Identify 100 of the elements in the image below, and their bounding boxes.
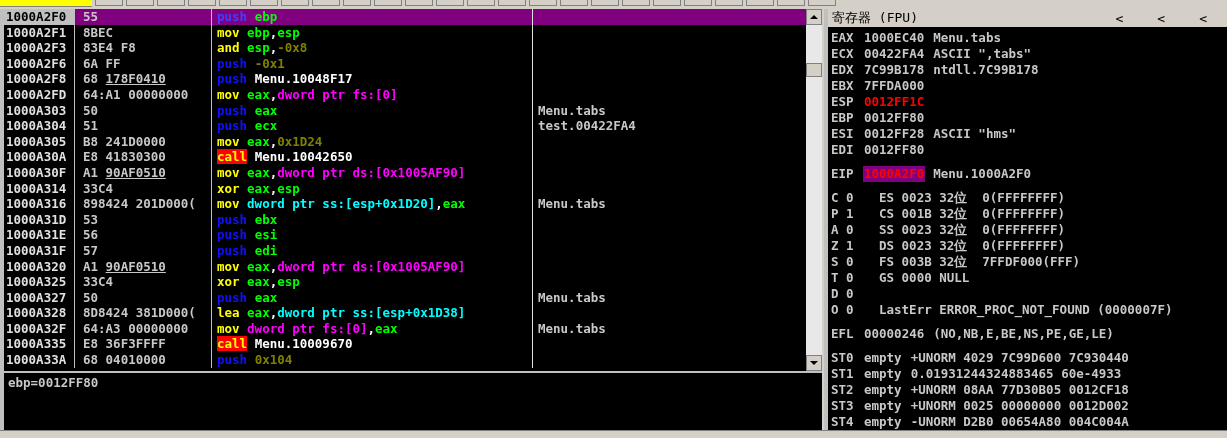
toolbar-button[interactable] <box>560 0 588 6</box>
flag-value[interactable]: S 0 <box>831 254 871 270</box>
segment-info: LastErr ERROR_PROC_NOT_FOUND (0000007F) <box>879 302 1173 318</box>
toolbar-button[interactable] <box>374 0 402 6</box>
nav-button[interactable]: < <box>1111 10 1128 26</box>
hex-cell: A1 90AF0510 <box>75 258 212 275</box>
disassembly-row[interactable]: 1000A325 33C4 xor eax,esp <box>4 274 806 290</box>
register-value[interactable]: 0012FF28 <box>863 126 926 142</box>
disassembly-row[interactable]: 1000A304 51 push ecx test.00422FA4 <box>4 118 806 134</box>
register-value[interactable]: 00000246 <box>863 326 926 342</box>
toolbar-button[interactable] <box>95 0 123 6</box>
instruction-cell: push Menu.10048F17 <box>212 71 533 87</box>
disassembly-row[interactable]: 1000A327 50 push eax Menu.tabs <box>4 289 806 306</box>
register-name: EIP <box>831 166 855 182</box>
register-value[interactable]: 0012FF80 <box>863 110 926 126</box>
toolbar-button[interactable] <box>405 0 433 6</box>
disassembly-row[interactable]: 1000A2F1 8BEC mov ebp,esp <box>4 24 806 41</box>
address-cell: 1000A31F <box>4 242 75 259</box>
register-name: EDX <box>831 62 855 78</box>
disassembly-row[interactable]: 1000A30F A1 90AF0510 mov eax,dword ptr ds:[0x1005AF90] <box>4 164 806 181</box>
toolbar-button[interactable] <box>436 0 464 6</box>
flag-value[interactable]: C 0 <box>831 190 871 206</box>
toolbar-button[interactable] <box>312 0 340 6</box>
disassembly-row[interactable]: 1000A335 E8 36F3FFFF call Menu.10009670 <box>4 336 806 353</box>
toolbar-button[interactable] <box>219 0 247 6</box>
disassembly-row[interactable]: 1000A2F8 68 178F0410 push Menu.10048F17 <box>4 71 806 87</box>
register-value[interactable]: 0012FF1C <box>863 94 926 110</box>
pane-title: 寄存器 (FPU) <box>832 9 918 27</box>
register-comment: Menu.tabs <box>933 30 1001 46</box>
disassembly-row[interactable]: 1000A30A E8 41830300 call Menu.10042650 <box>4 149 806 165</box>
disassembly-row[interactable]: 1000A2F6 6A FF push -0x1 <box>4 55 806 72</box>
command-field[interactable] <box>0 0 92 7</box>
instruction-cell: push esi <box>212 227 533 243</box>
flag-value[interactable]: A 0 <box>831 222 871 238</box>
instruction-cell: push eax <box>212 289 533 306</box>
toolbar-button[interactable] <box>126 0 154 6</box>
address-cell: 1000A30A <box>4 149 75 165</box>
toolbar-button[interactable] <box>715 0 743 6</box>
disassembly-row[interactable]: 1000A33A 68 04010000 push 0x104 <box>4 352 806 368</box>
toolbar-button[interactable] <box>281 0 309 6</box>
instruction-cell: mov eax,dword ptr ds:[0x1005AF90] <box>212 258 533 275</box>
toolbar-button[interactable] <box>250 0 278 6</box>
segment-info: DS 0023 32位 0(FFFFFFFF) <box>879 238 1066 254</box>
address-cell: 1000A30F <box>4 164 75 181</box>
disassembly-row[interactable]: 1000A31D 53 push ebx <box>4 211 806 228</box>
address-cell: 1000A2F6 <box>4 55 75 72</box>
scroll-thumb[interactable] <box>806 63 822 77</box>
disassembly-row[interactable]: 1000A303 50 push eax Menu.tabs <box>4 102 806 119</box>
info-text: ebp=0012FF80 <box>8 375 99 390</box>
address-cell: 1000A325 <box>4 274 75 290</box>
address-cell: 1000A327 <box>4 289 75 306</box>
flag-value[interactable]: O 0 <box>831 302 871 318</box>
segment-info: ES 0023 32位 0(FFFFFFFF) <box>879 190 1066 206</box>
register-value[interactable]: 00422FA4 <box>863 46 926 62</box>
toolbar-button[interactable] <box>684 0 712 6</box>
nav-button[interactable]: < <box>1153 10 1170 26</box>
toolbar-button[interactable] <box>157 0 185 6</box>
register-value[interactable]: 7C99B178 <box>863 62 926 78</box>
address-cell: 1000A303 <box>4 102 75 119</box>
address-cell: 1000A2FD <box>4 86 75 103</box>
disassembly-row[interactable]: 1000A328 8D8424 381D000( lea eax,dword ptr ss:[esp+0x1D38] <box>4 305 806 321</box>
instruction-cell: call Menu.10009670 <box>212 336 533 353</box>
fpu-tag: empty <box>863 398 903 414</box>
toolbar-button[interactable] <box>591 0 619 6</box>
nav-button[interactable]: < <box>1195 10 1211 26</box>
toolbar-button[interactable] <box>343 0 371 6</box>
scroll-down-button[interactable] <box>806 355 822 371</box>
segment-info: FS 003B 32位 7FFDF000(FFF) <box>879 254 1081 270</box>
toolbar-button[interactable] <box>498 0 526 6</box>
toolbar-button[interactable] <box>188 0 216 6</box>
disassembly-row[interactable]: 1000A2F0 55 push ebp <box>4 9 806 25</box>
disassembly-row[interactable]: 1000A31F 57 push edi <box>4 242 806 259</box>
scrollbar[interactable] <box>806 9 822 371</box>
address-cell: 1000A2F8 <box>4 71 75 87</box>
disassembly-row[interactable]: 1000A314 33C4 xor eax,esp <box>4 180 806 197</box>
instruction-cell: push edi <box>212 242 533 259</box>
disassembly-row[interactable]: 1000A316 898424 201D000( mov dword ptr ss:[esp+0x1D20],eax Menu.tabs <box>4 196 806 212</box>
hex-cell: A1 90AF0510 <box>75 164 212 181</box>
disassembly-row[interactable]: 1000A320 A1 90AF0510 mov eax,dword ptr ds:[0x1005AF90] <box>4 258 806 275</box>
disassembly-row[interactable]: 1000A2F3 83E4 F8 and esp,-0x8 <box>4 40 806 56</box>
toolbar-button[interactable] <box>653 0 681 6</box>
hex-cell: 8D8424 381D000( <box>75 305 212 321</box>
flag-value[interactable]: Z 1 <box>831 238 871 254</box>
toolbar-button[interactable] <box>746 0 774 6</box>
flag-value[interactable]: D 0 <box>831 286 871 302</box>
toolbar-button[interactable] <box>622 0 650 6</box>
register-value[interactable]: 0012FF80 <box>863 142 926 158</box>
flag-value[interactable]: P 1 <box>831 206 871 222</box>
toolbar-button[interactable] <box>529 0 557 6</box>
disassembly-row[interactable]: 1000A31E 56 push esi <box>4 227 806 243</box>
register-value[interactable]: 1000EC40 <box>863 30 926 46</box>
scroll-up-button[interactable] <box>806 9 822 25</box>
toolbar-button[interactable] <box>467 0 495 6</box>
instruction-cell: push 0x104 <box>212 352 533 368</box>
register-value[interactable]: 7FFDA000 <box>863 78 926 94</box>
flag-value[interactable]: T 0 <box>831 270 871 286</box>
hex-cell: 68 04010000 <box>75 352 212 368</box>
disassembly-row[interactable]: 1000A2FD 64:A1 00000000 mov eax,dword ptr fs:[0] <box>4 86 806 103</box>
address-cell: 1000A304 <box>4 118 75 134</box>
segment-info: CS 001B 32位 0(FFFFFFFF) <box>879 206 1066 222</box>
